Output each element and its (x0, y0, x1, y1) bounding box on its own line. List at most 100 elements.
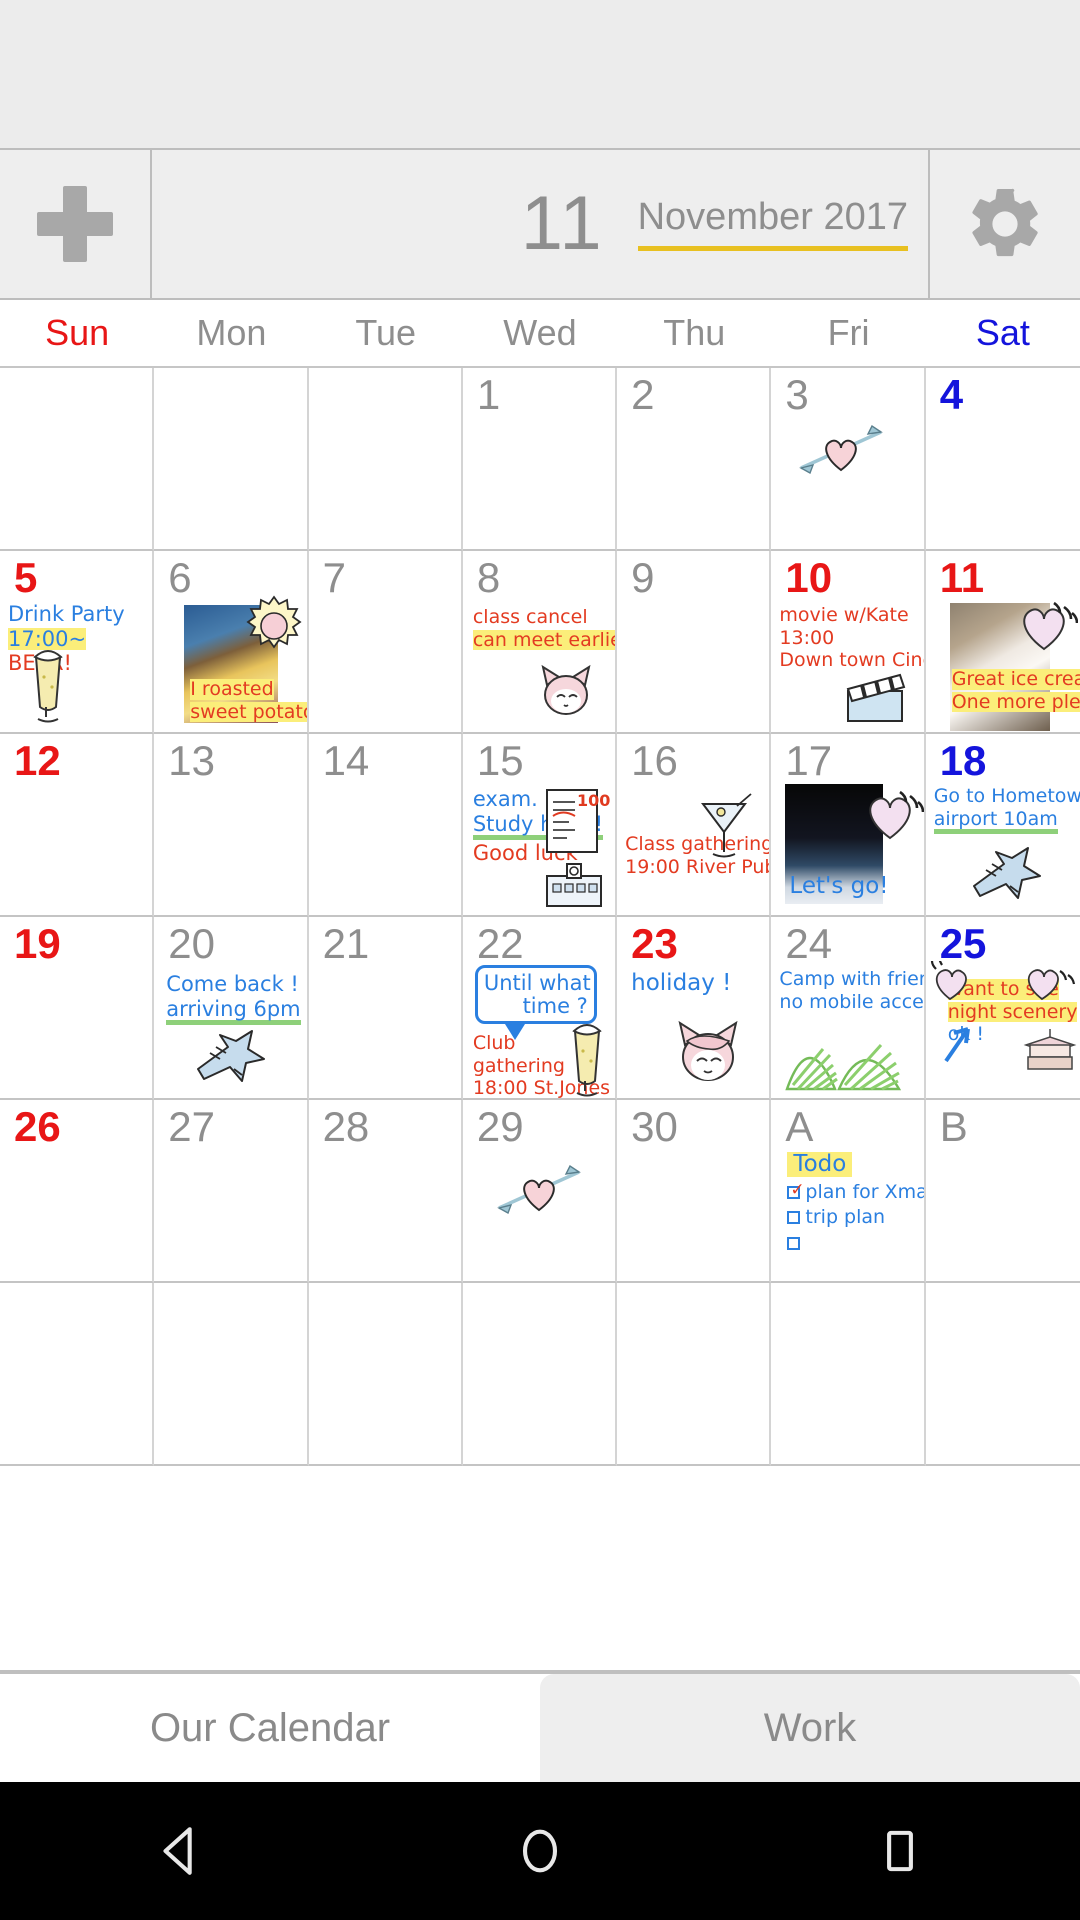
calendar-day-cell[interactable]: 11 Great ice cream!One more please? (925, 551, 1080, 734)
day-number: 14 (322, 737, 370, 784)
calendar-day-cell[interactable]: 14 (308, 734, 463, 917)
calendar-day-cell[interactable]: 13 (154, 734, 309, 917)
nav-home-button[interactable] (480, 1811, 600, 1891)
note-line-row: no mobile access (779, 990, 924, 1015)
event-note: Camp with friendsno mobile access (779, 969, 923, 1014)
calendar-day-cell[interactable]: 10movie w/Kate13:00Down town Cinema (771, 551, 926, 734)
calendar-day-cell[interactable]: 17 Let's go! (771, 734, 926, 917)
calendar-day-cell[interactable]: 28 (308, 1100, 463, 1283)
weekday-thu: Thu (663, 312, 726, 353)
calendar-day-cell[interactable]: 24Camp with friendsno mobile access (771, 917, 926, 1100)
settings-button[interactable] (928, 150, 1080, 298)
calendar-day-cell[interactable]: 19 (0, 917, 155, 1100)
event-note: holiday ! (631, 971, 769, 998)
note-line: Great ice cream! (951, 669, 1080, 690)
note-line: movie w/Kate (779, 604, 909, 626)
test-paper-100-icon: 100 (533, 784, 611, 865)
weekday-sun: Sun (45, 312, 110, 353)
day-number: 6 (168, 554, 192, 601)
event-note: I roastedsweet potatoes! (190, 678, 307, 724)
note-line-row: Go to Hometown (934, 786, 1080, 809)
calendar-day-cell[interactable]: 5Drink Party17:00~BEER! (0, 551, 155, 734)
nav-recents-button[interactable] (840, 1811, 960, 1891)
tab-work[interactable]: Work (540, 1674, 1080, 1782)
event-note: Come back ! arriving 6pm (166, 973, 306, 1027)
calendar-day-cell[interactable]: 1 (462, 368, 618, 551)
calendar-day-cell[interactable]: 6 I roastedsweet potatoes! (154, 551, 309, 734)
calendar-empty-cell (0, 1283, 155, 1466)
day-number: 11 (939, 554, 985, 601)
note-line: Down town Cinema (779, 649, 923, 672)
note-line-row: movie w/Kate (779, 605, 923, 628)
calendar-day-cell[interactable]: A Todo ✓ plan for Xmas trip plan (771, 1100, 926, 1283)
calendar-day-cell[interactable]: 18 Go to Hometown airport 10am (925, 734, 1080, 917)
note-line: sweet potatoes! (190, 701, 307, 723)
calendar-day-cell[interactable]: 12 (0, 734, 155, 917)
day-number: 29 (476, 1103, 524, 1150)
todo-item[interactable] (787, 1232, 923, 1254)
day-number: 7 (322, 554, 346, 601)
calendar-grid[interactable]: 12 3 4 5Drink Party17:00~BEER! 6 I roasteds… (0, 368, 1080, 1466)
calendar-empty-cell (308, 368, 463, 551)
calendar-day-cell[interactable]: 21 (308, 917, 463, 1100)
note-line: no mobile access (779, 990, 924, 1013)
month-display[interactable]: 11 November 2017 (152, 150, 928, 298)
calendar-day-cell[interactable]: 3 (771, 368, 926, 551)
todo-item[interactable]: ✓ plan for Xmas (787, 1181, 924, 1203)
day-number: 16 (631, 737, 678, 784)
calendar-day-cell[interactable]: 25 want to see night scenery ok ! (925, 917, 1080, 1100)
calendar-day-cell[interactable]: 15 exam. Study hard ! Good luck 100 (462, 734, 618, 917)
calendar-day-cell[interactable]: B (925, 1100, 1080, 1283)
calendar-day-cell[interactable]: 23 holiday ! (617, 917, 772, 1100)
calendar-day-cell[interactable]: 2 (617, 368, 772, 551)
todo-checkbox[interactable] (787, 1232, 805, 1254)
calendar-day-cell[interactable]: 29 (462, 1100, 618, 1283)
day-number: 5 (14, 554, 38, 601)
day-number: A (785, 1103, 814, 1150)
calendar-empty-cell (308, 1283, 463, 1466)
note-line: Come back ! (166, 972, 299, 996)
calendar-day-cell[interactable]: 8 class cancel can meet earlier (462, 551, 618, 734)
month-number: 11 (520, 181, 604, 266)
todo-checkbox[interactable] (787, 1206, 805, 1228)
calendar-day-cell[interactable]: 30 (617, 1100, 772, 1283)
event-note: Let's go! (789, 874, 923, 901)
calendar-day-cell[interactable]: 16 Class gathering 19:00 River Pub (617, 734, 772, 917)
note-line-row: Come back ! (166, 973, 306, 998)
calendar-day-cell[interactable]: 26 (0, 1100, 155, 1283)
svg-text:100: 100 (577, 791, 610, 810)
calendar-day-cell[interactable]: 4 (925, 368, 1080, 551)
day-number: 30 (631, 1103, 678, 1150)
beer-glass-icon (561, 1013, 613, 1098)
day-number: B (939, 1103, 968, 1150)
day-number: 2 (631, 371, 655, 418)
calendar-day-cell[interactable]: 22 Until what time ? Club gathering 18:00 St… (462, 917, 618, 1100)
nav-back-button[interactable] (120, 1811, 240, 1891)
note-line: holiday ! (631, 970, 732, 996)
note-line: Camp with friends (779, 968, 923, 990)
todo-checkbox[interactable]: ✓ (787, 1181, 805, 1203)
note-line: I roasted (190, 678, 274, 700)
green-hills-icon (781, 1021, 911, 1096)
weekday-tue: Tue (355, 312, 417, 353)
beer-glass-icon (22, 639, 74, 730)
todo-item[interactable]: trip plan (787, 1206, 923, 1228)
note-line: exam. (472, 787, 538, 811)
weekday-sat: Sat (975, 312, 1030, 353)
cat-face-icon (535, 661, 597, 728)
note-line: 13:00 (779, 626, 835, 649)
cat-girl-face-icon (671, 1019, 745, 1096)
calendar-day-cell[interactable]: 27 (154, 1100, 309, 1283)
tab-our-calendar[interactable]: Our Calendar (0, 1674, 540, 1782)
recents-square-icon (887, 1830, 913, 1872)
day-number: 8 (476, 554, 501, 601)
day-number: 4 (939, 371, 964, 418)
calendar-day-cell[interactable]: 7 (308, 551, 463, 734)
calendar-day-cell[interactable]: 9 (617, 551, 772, 734)
back-triangle-icon (163, 1827, 192, 1875)
note-line: arriving 6pm (166, 997, 301, 1026)
weekday-header: Sun Mon Tue Wed Thu Fri Sat (0, 300, 1080, 368)
calendar-day-cell[interactable]: 20 Come back ! arriving 6pm (154, 917, 309, 1100)
calendar-empty-cell (154, 1283, 309, 1466)
add-event-button[interactable] (0, 150, 152, 298)
